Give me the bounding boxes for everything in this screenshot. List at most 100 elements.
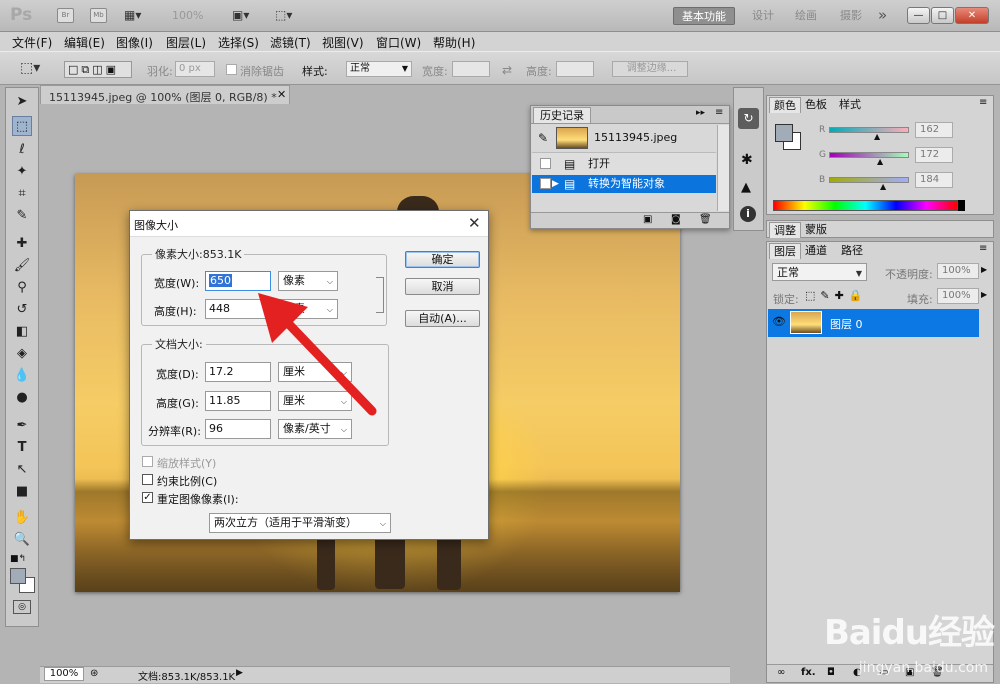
quick-select-tool-icon[interactable]: ✦ [12,162,32,182]
mini-bridge-icon[interactable]: Mb [90,8,107,23]
slider-handle-icon[interactable]: ▲ [877,157,883,166]
status-info-icon[interactable]: ⊛ [90,668,98,679]
history-scrollbar[interactable] [717,125,729,211]
menu-window[interactable]: 窗口(W) [376,34,421,51]
menu-filter[interactable]: 滤镜(T) [270,34,311,51]
menu-select[interactable]: 选择(S) [218,34,259,51]
paths-tab[interactable]: 路径 [837,243,867,259]
feather-input[interactable]: 0 px [175,61,215,77]
pen-tool-icon[interactable]: ✒ [12,416,32,436]
refine-edge-button[interactable]: 调整边缘... [612,61,688,77]
rectangle-tool-icon[interactable]: ■ [12,482,32,502]
zoom-tool-icon[interactable]: 🔍 [12,530,32,550]
link-icon[interactable]: ∞ [777,667,785,678]
lock-icons[interactable]: ⬚✎✚🔒 [805,289,868,302]
close-icon[interactable]: ✕ [468,214,481,232]
quick-mask-icon[interactable]: ◎ [13,600,31,614]
arrange-documents-icon[interactable]: ▣▾ [232,8,249,22]
menu-image[interactable]: 图像(I) [116,34,153,51]
lasso-tool-icon[interactable]: ℓ [12,140,32,160]
cancel-button[interactable]: 取消 [405,278,480,295]
paint-bucket-tool-icon[interactable]: ◈ [12,344,32,364]
actions-dock-icon[interactable]: ✱ [741,152,753,168]
type-tool-icon[interactable]: T [12,438,32,458]
bridge-icon[interactable]: Br [57,8,74,23]
stamp-tool-icon[interactable]: ⚲ [12,278,32,298]
hand-tool-icon[interactable]: ✋ [12,508,32,528]
info-icon[interactable]: i [740,206,756,222]
height-input[interactable] [556,61,594,77]
swap-colors-icon[interactable]: ■↰ [10,554,26,564]
scale-styles-checkbox[interactable] [142,456,153,467]
history-brush-source-icon[interactable]: ✎ [538,131,548,145]
fx-icon[interactable]: fx. [801,667,816,678]
fill-input[interactable]: 100% [937,288,979,304]
black-swatch[interactable] [958,200,965,211]
menu-help[interactable]: 帮助(H) [433,34,475,51]
zoom-level[interactable]: 100% [172,9,203,22]
screen-mode-icon[interactable]: ⬚▾ [275,8,292,22]
chevron-right-icon[interactable]: ▶ [981,290,987,299]
constrain-proportions-checkbox[interactable] [142,474,153,485]
workspace-essentials[interactable]: 基本功能 [673,7,735,25]
new-document-icon[interactable]: ▣ [643,214,652,225]
menu-layer[interactable]: 图层(L) [166,34,206,51]
layers-tab[interactable]: 图层 [769,243,801,259]
workspace-photography[interactable]: 摄影 [832,7,870,25]
color-spectrum-bar[interactable] [773,200,958,211]
status-arrow-icon[interactable]: ▶ [236,668,243,678]
history-dock-icon[interactable]: ↻ [738,108,759,129]
green-value[interactable]: 172 [915,147,953,163]
collapse-icon[interactable]: ▸▸ [696,108,705,118]
adjustments-tab[interactable]: 调整 [769,222,801,238]
blue-value[interactable]: 184 [915,172,953,188]
selection-mode-icons[interactable]: □⧉◫▣ [64,61,132,78]
history-row-open[interactable]: ▤ 打开 [532,153,716,175]
channels-tab[interactable]: 通道 [801,243,831,259]
history-row-smart-object[interactable]: ▶ ▤ 转换为智能对象 [532,175,716,193]
eraser-tool-icon[interactable]: ◧ [12,322,32,342]
history-tab[interactable]: 历史记录 [533,107,591,123]
style-select[interactable]: 正常 ▼ [346,61,412,77]
marquee-tool-icon[interactable]: ⬚ [12,116,32,136]
eyedropper-tool-icon[interactable]: ✎ [12,206,32,226]
path-select-tool-icon[interactable]: ↖ [12,460,32,480]
eye-icon[interactable]: 👁 [772,315,786,328]
crop-tool-icon[interactable]: ⌗ [12,184,32,204]
menu-file[interactable]: 文件(F) [12,34,52,51]
healing-brush-tool-icon[interactable]: ✚ [12,234,32,254]
close-window-button[interactable]: ✕ [955,7,989,24]
blend-mode-select[interactable]: 正常 ▼ [772,263,867,281]
resample-checkbox[interactable]: ✓ [142,492,153,503]
masks-tab[interactable]: 蒙版 [801,222,831,238]
more-workspaces-icon[interactable]: » [878,6,887,24]
close-tab-icon[interactable]: ✕ [277,88,286,101]
red-value[interactable]: 162 [915,122,953,138]
document-tab[interactable]: 15113945.jpeg @ 100% (图层 0, RGB/8) * ✕ [40,85,290,104]
mask-icon[interactable]: ◘ [827,667,835,678]
workspace-painting[interactable]: 绘画 [787,7,825,25]
auto-button[interactable]: 自动(A)... [405,310,480,327]
green-slider[interactable] [829,152,909,158]
camera-icon[interactable]: ◙ [671,214,681,225]
trash-icon[interactable]: 🗑 [699,214,712,225]
panel-menu-icon[interactable]: ≡ [979,97,987,108]
move-tool-icon[interactable]: ➤ [12,92,32,112]
layer-name[interactable]: 图层 0 [830,316,863,332]
blue-slider[interactable] [829,177,909,183]
chevron-right-icon[interactable]: ▶ [981,265,987,274]
extras-menu-icon[interactable]: ▦▾ [124,8,154,23]
swap-icon[interactable]: ⇄ [502,63,512,77]
history-brush-tool-icon[interactable]: ↺ [12,300,32,320]
blur-tool-icon[interactable]: 💧 [12,366,32,386]
histogram-dock-icon[interactable]: ▲ [741,180,751,195]
marquee-preset-icon[interactable]: ⬚▾ [20,60,40,76]
resample-method-select[interactable]: 两次立方（适用于平滑渐变） ⌵ [209,513,391,533]
color-tab[interactable]: 颜色 [769,97,801,113]
antialias-checkbox[interactable] [226,64,237,75]
brush-tool-icon[interactable]: 🖌 [12,256,32,276]
width-input[interactable] [452,61,490,77]
slider-handle-icon[interactable]: ▲ [874,132,880,141]
swatches-tab[interactable]: 色板 [801,97,831,113]
menu-view[interactable]: 视图(V) [322,34,364,51]
